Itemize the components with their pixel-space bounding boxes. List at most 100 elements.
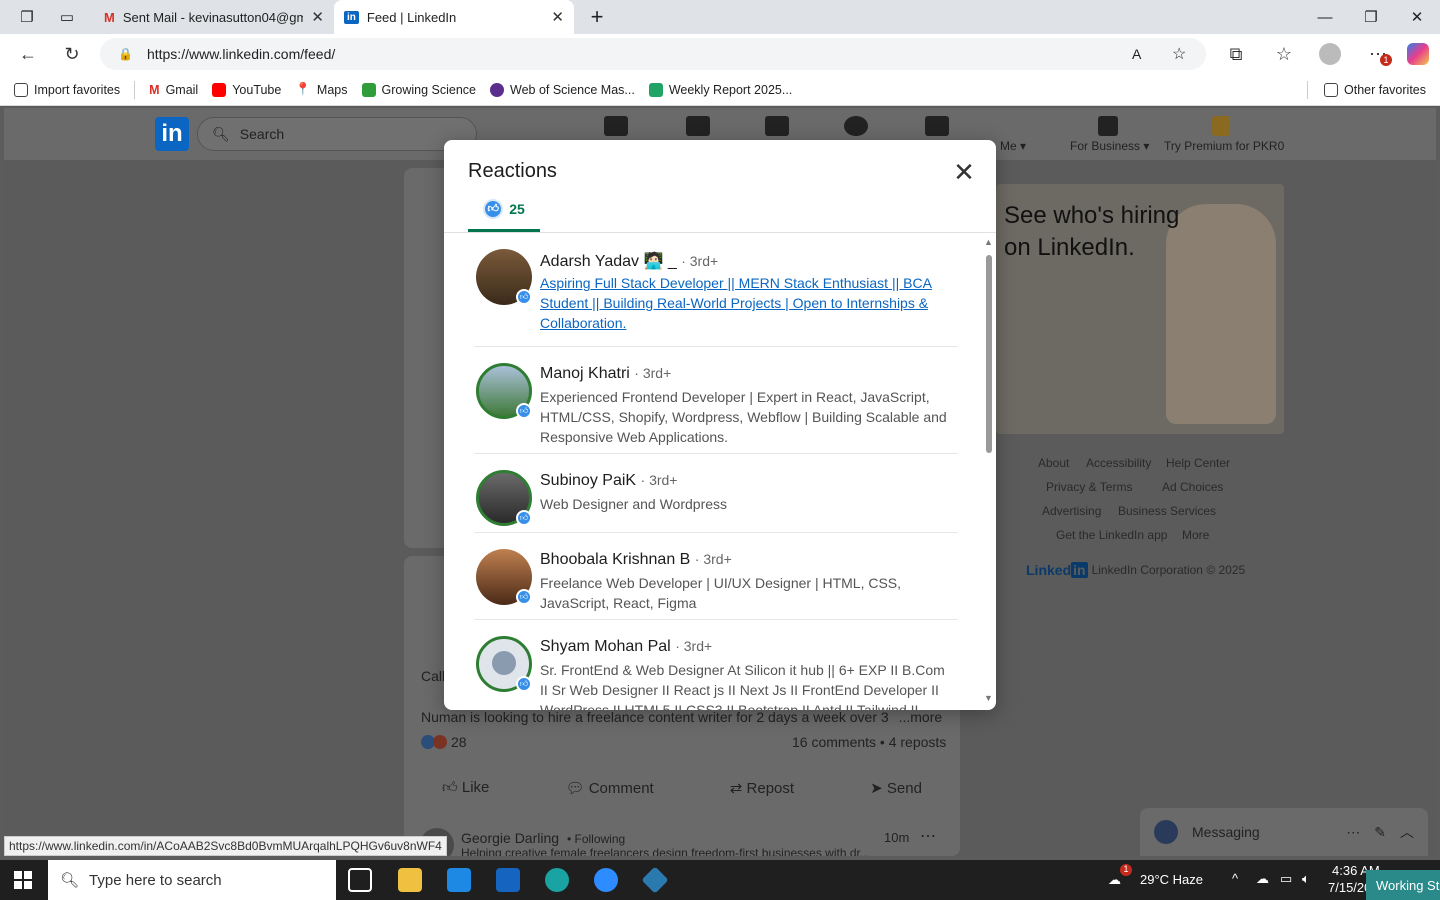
post-more-icon[interactable]: ⋯: [920, 826, 936, 846]
reactor-name[interactable]: Bhoobala Krishnan B: [540, 551, 690, 568]
bookmark-gmail[interactable]: M Gmail: [149, 83, 198, 97]
list-item[interactable]: 👍︎ Manoj Khatri · 3rd+ Experienced Front…: [474, 347, 958, 454]
back-icon[interactable]: ←: [10, 34, 46, 74]
repost-button[interactable]: ⇄ Repost: [730, 779, 794, 797]
list-item[interactable]: 👍︎ Bhoobala Krishnan B · 3rd+ Freelance …: [474, 533, 958, 620]
bookmark-growing-science[interactable]: Growing Science: [361, 82, 476, 97]
browser-tab-bar: ❐ ▭ M Sent Mail - kevinasutton04@gma ✕ i…: [0, 0, 1440, 34]
tab-all-likes[interactable]: 👍︎ 25: [468, 188, 540, 232]
like-button[interactable]: 👍︎ Like: [442, 779, 489, 797]
ad-banner[interactable]: See who's hiring on LinkedIn.: [996, 184, 1284, 434]
reactor-headline[interactable]: Aspiring Full Stack Developer || MERN St…: [540, 273, 954, 333]
search-icon: 🔍︎: [60, 872, 80, 889]
me-menu[interactable]: Me ▾: [1000, 139, 1026, 153]
footer-business-services[interactable]: Business Services: [1118, 504, 1216, 518]
app-icon[interactable]: [641, 866, 669, 894]
tab-actions-icon[interactable]: ▭: [44, 0, 90, 34]
close-tab-icon[interactable]: ✕: [311, 8, 324, 26]
map-pin-icon: 📍: [295, 82, 311, 96]
my-network-icon[interactable]: [686, 116, 710, 136]
taskbar-search[interactable]: 🔍︎ Type here to search: [48, 860, 336, 900]
volume-icon[interactable]: 🔈︎: [1302, 871, 1310, 887]
jobs-icon[interactable]: [765, 116, 789, 136]
working-status[interactable]: Working St: [1366, 870, 1440, 900]
tab-title: Feed | LinkedIn: [366, 9, 457, 25]
see-more-link[interactable]: ...more: [899, 709, 943, 725]
scroll-up-arrow[interactable]: ▲: [984, 237, 993, 247]
messaging-overlay-bar[interactable]: Messaging ⋯ ✎ ︿: [1140, 808, 1428, 856]
refresh-icon[interactable]: ↻: [54, 34, 90, 74]
weather-icon[interactable]: ☁: [1108, 872, 1121, 888]
close-tab-icon[interactable]: ✕: [551, 8, 564, 26]
linkedin-logo[interactable]: in: [155, 117, 189, 151]
read-aloud-icon[interactable]: A: [1132, 46, 1141, 62]
scrollbar-thumb[interactable]: [986, 255, 992, 453]
post-author[interactable]: Georgie Darling • Following: [461, 830, 625, 846]
url-field[interactable]: 🔒 https://www.linkedin.com/feed/ A ☆: [100, 38, 1206, 70]
scroll-down-arrow[interactable]: ▼: [984, 693, 993, 703]
list-item[interactable]: 👍︎ Adarsh Yadav 🧑🏻‍💻 _ · 3rd+ Aspiring F…: [474, 233, 958, 347]
bookmark-weekly-report[interactable]: Weekly Report 2025...: [648, 82, 792, 97]
tab-gmail[interactable]: M Sent Mail - kevinasutton04@gma ✕: [94, 0, 334, 34]
copilot-icon[interactable]: [1400, 34, 1436, 74]
footer-privacy-terms[interactable]: Privacy & Terms: [1046, 480, 1132, 494]
footer-ad-choices[interactable]: Ad Choices: [1162, 480, 1223, 494]
restore-button[interactable]: ❐: [1348, 0, 1394, 34]
list-item[interactable]: 👍︎ Subinoy PaiK · 3rd+ Web Designer and …: [474, 454, 958, 533]
reaction-summary[interactable]: 28: [421, 734, 467, 750]
favorite-star-icon[interactable]: ☆: [1172, 44, 1186, 64]
zoom-icon[interactable]: [594, 868, 618, 892]
onedrive-icon[interactable]: ☁: [1256, 871, 1269, 887]
chevron-up-icon[interactable]: ︿: [1400, 822, 1414, 842]
home-icon[interactable]: [604, 116, 628, 136]
bookmark-import-favorites[interactable]: Import favorites: [14, 82, 120, 97]
compose-icon[interactable]: ✎: [1374, 824, 1386, 841]
task-view-icon[interactable]: [348, 868, 372, 892]
tab-linkedin[interactable]: in Feed | LinkedIn ✕: [334, 0, 574, 34]
reactor-name[interactable]: Shyam Mohan Pal: [540, 638, 671, 655]
try-premium-link[interactable]: Try Premium for PKR0: [1164, 139, 1284, 153]
messaging-icon[interactable]: [844, 116, 868, 136]
bookmark-web-of-science[interactable]: Web of Science Mas...: [490, 82, 635, 97]
footer-about[interactable]: About: [1038, 456, 1069, 470]
close-icon[interactable]: ✕: [950, 157, 978, 187]
search-input[interactable]: 🔍︎ Search: [197, 117, 477, 151]
bookmark-youtube[interactable]: YouTube: [212, 82, 281, 97]
comment-button[interactable]: 💬︎ Comment: [565, 779, 653, 797]
footer-more[interactable]: More: [1182, 528, 1209, 542]
favorites-icon[interactable]: ☆: [1266, 34, 1302, 74]
footer-advertising[interactable]: Advertising: [1042, 504, 1101, 518]
bookmark-maps[interactable]: 📍 Maps: [295, 82, 347, 97]
network-icon[interactable]: ▭: [1280, 871, 1292, 887]
list-item[interactable]: 👍︎ Shyam Mohan Pal · 3rd+ Sr. FrontEnd &…: [474, 620, 958, 710]
post-stats[interactable]: 16 comments • 4 reposts: [792, 734, 946, 750]
reactor-headline: Freelance Web Developer | UI/UX Designer…: [540, 575, 902, 611]
new-tab-button[interactable]: +: [574, 0, 620, 34]
edge-icon[interactable]: [545, 868, 569, 892]
extensions-icon[interactable]: ⧉: [1218, 34, 1254, 74]
more-icon[interactable]: ⋯ 1: [1360, 34, 1396, 74]
footer-get-app[interactable]: Get the LinkedIn app: [1056, 528, 1167, 542]
reactor-name[interactable]: Manoj Khatri: [540, 365, 630, 382]
bookmark-other-favorites[interactable]: Other favorites: [1307, 80, 1426, 99]
weather-text[interactable]: 29°C Haze: [1140, 872, 1203, 887]
close-window-button[interactable]: ✕: [1394, 0, 1440, 34]
minimize-button[interactable]: —: [1302, 0, 1348, 34]
notifications-icon[interactable]: [925, 116, 949, 136]
mail-icon[interactable]: [496, 868, 520, 892]
more-icon[interactable]: ⋯: [1346, 824, 1360, 841]
send-button[interactable]: ➤ Send: [870, 779, 922, 797]
love-reaction-icon: [433, 735, 447, 749]
grid-icon[interactable]: [1098, 116, 1118, 136]
for-business-menu[interactable]: For Business ▾: [1070, 139, 1149, 153]
tray-chevron-icon[interactable]: ^: [1232, 871, 1238, 886]
store-icon[interactable]: [447, 868, 471, 892]
footer-help-center[interactable]: Help Center: [1166, 456, 1230, 470]
file-explorer-icon[interactable]: [398, 868, 422, 892]
profile-avatar[interactable]: [1312, 34, 1348, 74]
scrollbar[interactable]: ▲ ▼: [982, 233, 996, 710]
windows-start-icon[interactable]: [14, 871, 32, 889]
reactor-name[interactable]: Adarsh Yadav: [540, 253, 639, 270]
footer-accessibility[interactable]: Accessibility: [1086, 456, 1151, 470]
reactor-name[interactable]: Subinoy PaiK: [540, 472, 636, 489]
